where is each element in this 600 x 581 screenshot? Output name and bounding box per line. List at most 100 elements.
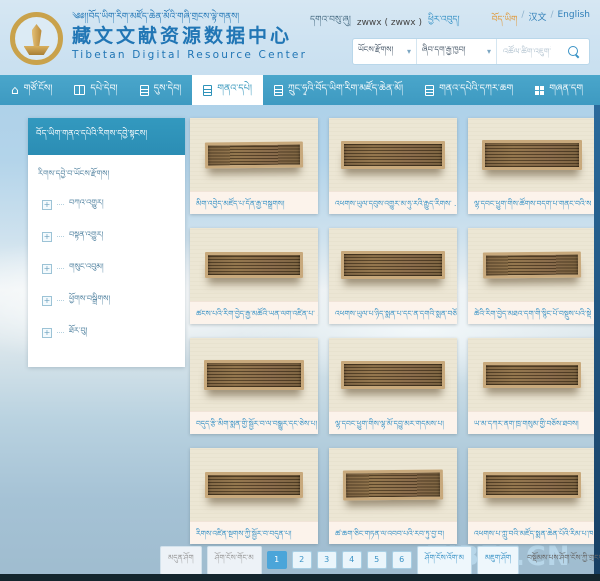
manuscript-card[interactable]: བདུད་རྩི་མིག་སྨན་གྱི་སྦྱོར་བ་ལ་བསྒྱུར་དང… (190, 338, 318, 434)
page-bottom-bar (0, 574, 600, 581)
chevron-down-icon (487, 47, 491, 56)
manuscript-title: རིགས་འཛིན་སྔགས་ཀྱི་སྦྱོར་བ་བདུན་པ། (190, 521, 318, 544)
manuscript-title: ལྷ་དབང་ཕྱུག་གིས་ཚོགས་བདག་པ་གནང་བའི་ས ... (468, 191, 596, 214)
tree-item-collected-works[interactable]: གསུང་འབུམ། (42, 257, 175, 280)
manuscript-thumbnail (468, 118, 596, 191)
manuscript-card[interactable]: ལྷ་དབང་ཕྱུག་གིས་ཚོགས་བདག་པ་གནང་བའི་ས ... (468, 118, 596, 214)
manuscript-thumbnail (190, 448, 318, 521)
expand-plus-icon[interactable] (42, 328, 52, 338)
first-page-button[interactable]: མདུན་ཤོག (160, 546, 202, 575)
page-button-1[interactable]: 1 (267, 551, 287, 569)
manuscript-title: འཕགས་ཡུལ་པ་ཉིད་སྨན་པ་དང་ན་དགའི་སྨན་བཅོ .… (329, 301, 457, 324)
pecha-image (482, 140, 582, 170)
manuscript-card[interactable]: ཚངས་པའི་རིག་བྱེད་རྒྱ་མཚོའི་ཡན་ལག་འཛིན་པ་… (190, 228, 318, 324)
site-titles: ༄༅།།བོད་ཡིག་རིག་མཛོད་ཆེན་མོའི་གཞི་གྲངས་ལ… (72, 11, 307, 62)
tree-item-label: ཐོར་བུ། (69, 321, 87, 344)
prev-page-button[interactable]: ཤོག་ངོས་གོང་མ (207, 546, 262, 575)
expand-plus-icon[interactable] (42, 264, 52, 274)
pecha-image (204, 360, 304, 390)
manuscript-card[interactable]: མིག་འབྱེད་མཛོད་པ་དོན་རྒྱ་བསྒྲགས། (190, 118, 318, 214)
last-page-button[interactable]: མཇུག་ཤོག (477, 546, 519, 575)
tree-item-collections[interactable]: ཕྱོགས་བསྒྲིགས། (42, 289, 175, 312)
pecha-image (483, 251, 581, 278)
tab-label: ཀྲུང་ཧྭའི་བོད་ཡིག་རིག་མཛོད་ཆེན་མོ། (288, 77, 403, 104)
page-button-2[interactable]: 2 (292, 551, 312, 569)
grid-icon (535, 86, 544, 95)
manuscript-thumbnail (329, 228, 457, 301)
next-page-button[interactable]: ཤོག་ངོས་འོག་མ (417, 546, 472, 575)
page-button-5[interactable]: 5 (367, 551, 387, 569)
tab-ancient-texts[interactable]: གནའ་དཔེ། (192, 75, 263, 105)
pecha-image (341, 141, 445, 169)
logout-link[interactable]: ཕྱིར་འབུད། (428, 10, 460, 35)
search-bar: ཡོངས་རྫོགས། ཞིབ་དག་རྒྱ་ཁྱབ། (352, 38, 590, 65)
tree-root-all-categories[interactable]: རིགས་དབྱེ་བ་ཡོངས་རྫོགས། (38, 164, 175, 187)
lang-tibetan[interactable]: བོད་ཡིག (492, 10, 518, 35)
manuscript-thumbnail (190, 228, 318, 301)
manuscript-title: མིག་འབྱེད་མཛོད་པ་དོན་རྒྱ་བསྒྲགས། (190, 191, 318, 214)
manuscript-card[interactable]: འཕགས་ཡུལ་པ་ཉིད་སྨན་པ་དང་ན་དགའི་སྨན་བཅོ .… (329, 228, 457, 324)
expand-plus-icon[interactable] (42, 296, 52, 306)
tree-item-kangyur[interactable]: བཀའ་འགྱུར། (42, 193, 175, 216)
lang-english[interactable]: English (558, 10, 591, 35)
user-bar: དགའ་བསུ་ཞུ། zwwx ( zwwx ) ཕྱིར་འབུད། བོད… (310, 10, 590, 35)
welcome-text: དགའ་བསུ་ཞུ། (310, 10, 351, 35)
manuscript-card[interactable]: ཚ་ཆག་ཅིང་གཏན་ལ་འབབ་པའི་རབ་ཏུ་བྱ་བ། (329, 448, 457, 544)
lang-chinese[interactable]: 汉文 (528, 10, 546, 35)
manuscript-title: འཕགས་ཡུལ་དབུས་འགྱུར་མ་ཧུ་རའི་རྒྱུད་རིགས་… (329, 191, 457, 214)
manuscript-thumbnail (190, 118, 318, 191)
tree-item-label: བཀའ་འགྱུར། (69, 193, 104, 216)
main-nav: གཙོ་ངོས། དཔེ་དེབ། དུས་དེབ། གནའ་དཔེ། ཀྲུང… (0, 75, 600, 105)
manuscript-card[interactable]: ཚེའི་རིག་བྱེད་མཐའ་དག་གི་སྙིང་པོ་བསྡུས་པའ… (468, 228, 596, 324)
tab-others[interactable]: གཞན་དག (524, 75, 594, 105)
tab-catalog[interactable]: གནའ་དཔེའི་དཀར་ཆག (414, 75, 524, 105)
sidebar-title: བོད་ཡིག་གནའ་དཔེའི་རིགས་དབྱེ་སྟངས། (28, 118, 185, 155)
search-scope-select[interactable]: ཡོངས་རྫོགས། (353, 39, 417, 64)
tree-item-tengyur[interactable]: བསྟན་འགྱུར། (42, 225, 175, 248)
search-mode-value: ཞིབ་དག་རྒྱ་ཁྱབ། (422, 40, 466, 63)
manuscript-card[interactable]: ལྷ་དབང་ཕྱུག་གིས་ལྷ་མོ་དབྱུ་མར་གདམས་པ། (329, 338, 457, 434)
lang-separator: / (521, 10, 524, 35)
book-icon (74, 85, 85, 95)
pecha-image (205, 252, 303, 278)
tab-great-treasury[interactable]: ཀྲུང་ཧྭའི་བོད་ཡིག་རིག་མཛོད་ཆེན་མོ། (263, 75, 414, 105)
manuscript-card[interactable]: རིགས་འཛིན་སྔགས་ཀྱི་སྦྱོར་བ་བདུན་པ། (190, 448, 318, 544)
logo-base-icon (24, 46, 50, 55)
manuscript-title: ཚངས་པའི་རིག་བྱེད་རྒྱ་མཚོའི་ཡན་ལག་འཛིན་པ་… (190, 301, 318, 324)
page-button-3[interactable]: 3 (317, 551, 337, 569)
lang-separator: / (550, 10, 553, 35)
search-button[interactable] (557, 39, 589, 64)
manuscript-title: ཚ་ཆག་ཅིང་གཏན་ལ་འབབ་པའི་རབ་ཏུ་བྱ་བ། (329, 521, 457, 544)
search-mode-select[interactable]: ཞིབ་དག་རྒྱ་ཁྱབ། (417, 39, 497, 64)
pecha-image (205, 141, 303, 168)
tab-label: གཞན་དག (549, 77, 583, 104)
page-button-6[interactable]: 6 (392, 551, 412, 569)
username-text: zwwx ( zwwx ) (357, 18, 422, 28)
manuscript-title: འཕགས་པ་ཀླུ་བའི་མཛོད་སྨན་ཆེན་པོའི་རིམ་པ་ཁ… (468, 521, 596, 544)
chevron-down-icon (407, 47, 411, 56)
manuscript-card[interactable]: འཕགས་པ་ཀླུ་བའི་མཛོད་སྨན་ཆེན་པོའི་རིམ་པ་ཁ… (468, 448, 596, 544)
pecha-image (205, 472, 303, 498)
expand-plus-icon[interactable] (42, 200, 52, 210)
manuscript-thumbnail (190, 338, 318, 411)
tab-books[interactable]: དཔེ་དེབ། (63, 75, 128, 105)
page-button-4[interactable]: 4 (342, 551, 362, 569)
site-header: ༄༅།།བོད་ཡིག་རིག་མཛོད་ཆེན་མོའི་གཞི་གྲངས་ལ… (0, 0, 600, 75)
document-icon (203, 85, 212, 96)
tab-home[interactable]: གཙོ་ངོས། (0, 75, 63, 105)
manuscript-title: ལྷ་དབང་ཕྱུག་གིས་ལྷ་མོ་དབྱུ་མར་གདམས་པ། (329, 411, 457, 434)
manuscript-title: བདུད་རྩི་མིག་སྨན་གྱི་སྦྱོར་བ་ལ་བསྒྱུར་དང… (190, 411, 318, 434)
manuscript-thumbnail (329, 118, 457, 191)
pagination: མདུན་ཤོག ཤོག་ངོས་གོང་མ 1 2 3 4 5 6 ཤོག་ང… (160, 549, 600, 571)
document-icon (425, 85, 434, 96)
home-icon (11, 84, 19, 97)
manuscript-thumbnail (329, 338, 457, 411)
journal-icon (140, 85, 149, 96)
tab-journals[interactable]: དུས་དེབ། (129, 75, 193, 105)
tree-item-label: བསྟན་འགྱུར། (69, 225, 103, 248)
search-input[interactable] (497, 39, 557, 64)
manuscript-card[interactable]: འཕགས་ཡུལ་དབུས་འགྱུར་མ་ཧུ་རའི་རྒྱུད་རིགས་… (329, 118, 457, 214)
manuscript-card[interactable]: ཡ་མ་དཀར་ནག་ཁྲ་གསུམ་གྱི་བཅོས་ཐབས། (468, 338, 596, 434)
tree-item-miscellaneous[interactable]: ཐོར་བུ། (42, 321, 175, 344)
expand-plus-icon[interactable] (42, 232, 52, 242)
